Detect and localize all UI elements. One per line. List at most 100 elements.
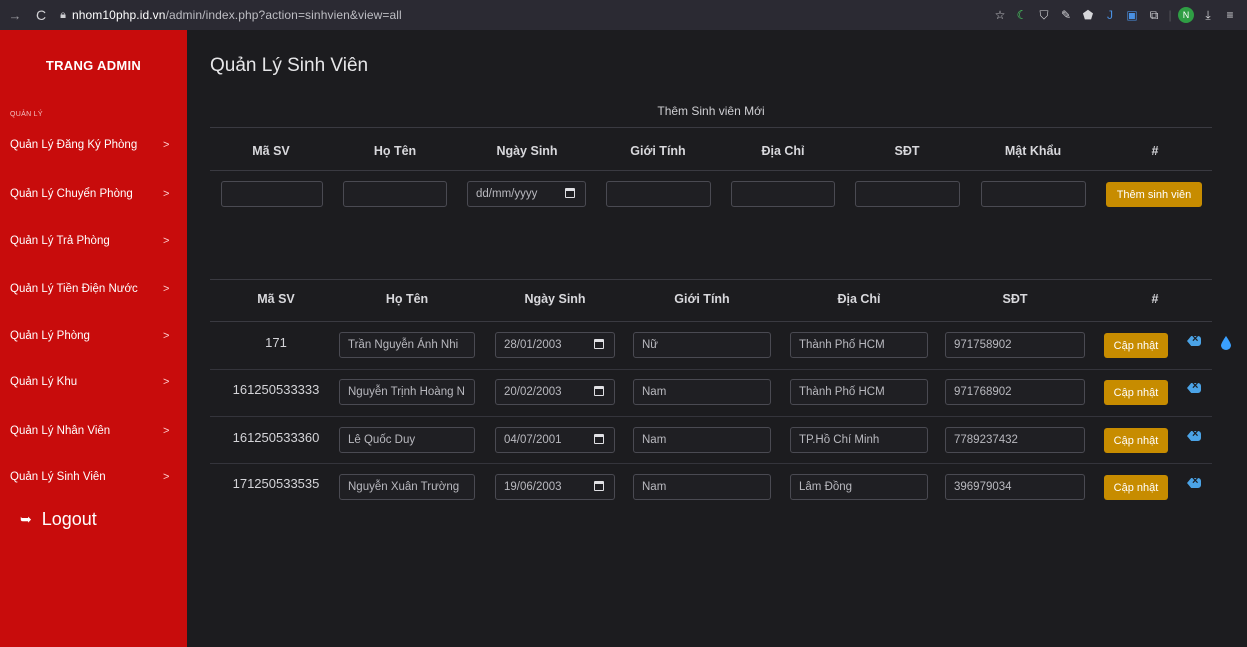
new-mat-khau-input[interactable]	[981, 181, 1086, 207]
sidebar-item-label: Quản Lý Trả Phòng	[10, 235, 110, 247]
col-header-actions: #	[1151, 144, 1159, 158]
reload-icon[interactable]: C	[36, 7, 46, 23]
page-title: Quản Lý Sinh Viên	[210, 55, 369, 76]
row-divider	[210, 463, 1212, 464]
student-gender-input[interactable]: Nam	[633, 427, 771, 453]
url-host: nhom10php.id.vn	[71, 8, 166, 22]
calendar-icon[interactable]	[594, 386, 604, 396]
menu-icon[interactable]: ≡	[1219, 0, 1241, 30]
update-button[interactable]: Cập nhật	[1104, 380, 1168, 405]
sidebar-item-dang-ky-phong[interactable]: Quản Lý Đăng Ký Phòng >	[0, 135, 187, 155]
student-dob-input[interactable]: 04/07/2001	[495, 427, 615, 453]
sidebar-item-nhan-vien[interactable]: Quản Lý Nhân Viên >	[0, 421, 187, 441]
profile-avatar[interactable]: N	[1175, 0, 1197, 30]
delete-icon[interactable]	[1187, 478, 1201, 488]
badge-icon[interactable]: ⬟	[1077, 0, 1099, 30]
col-header-ngay-sinh: Ngày Sinh	[496, 144, 558, 158]
delete-icon[interactable]	[1187, 336, 1201, 346]
chevron-right-icon: >	[163, 188, 170, 200]
sidebar-brand[interactable]: TRANG ADMIN	[0, 58, 187, 73]
logout-icon: ➥	[20, 511, 32, 527]
extension-j-icon[interactable]: J	[1099, 0, 1121, 30]
student-phone-input[interactable]: 7789237432	[945, 427, 1085, 453]
new-ngay-sinh-input[interactable]: dd/mm/yyyy	[467, 181, 586, 207]
dob-value: 04/07/2001	[504, 434, 562, 446]
sidebar-item-khu[interactable]: Quản Lý Khu >	[0, 372, 187, 392]
calendar-icon[interactable]	[594, 434, 604, 444]
col-header-sdt: SĐT	[894, 144, 920, 158]
sidebar-item-label: Quản Lý Nhân Viên	[10, 425, 111, 437]
delete-icon[interactable]	[1187, 383, 1201, 393]
divider	[210, 127, 1212, 128]
sidebar-item-phong[interactable]: Quản Lý Phòng >	[0, 326, 187, 346]
forward-icon[interactable]: →	[8, 8, 22, 23]
sidebar-item-chuyen-phong[interactable]: Quản Lý Chuyển Phòng >	[0, 184, 187, 204]
new-gioi-tinh-input[interactable]	[606, 181, 711, 207]
browser-toolbar: → C 🔒︎ nhom10php.id.vn/admin/index.php?a…	[0, 0, 1247, 30]
student-name-input[interactable]: Trần Nguyễn Ánh Nhi	[339, 332, 475, 358]
sidebar-item-tien-dien-nuoc[interactable]: Quản Lý Tiền Điện Nước >	[0, 279, 187, 299]
address-bar[interactable]: nhom10php.id.vn/admin/index.php?action=s…	[72, 8, 402, 22]
sidebar-item-label: Quản Lý Tiền Điện Nước	[10, 283, 138, 295]
chevron-right-icon: >	[163, 330, 170, 342]
calendar-icon[interactable]	[565, 188, 575, 198]
logout-link[interactable]: ➥ Logout	[20, 509, 97, 530]
student-phone-input[interactable]: 971768902	[945, 379, 1085, 405]
delete-icon[interactable]	[1187, 431, 1201, 441]
student-dob-input[interactable]: 19/06/2003	[495, 474, 615, 500]
row-divider	[210, 416, 1212, 417]
student-name-input[interactable]: Nguyễn Trịnh Hoàng N	[339, 379, 475, 405]
student-address-input[interactable]: Thành Phố HCM	[790, 332, 928, 358]
translate-icon[interactable]: ▣	[1121, 0, 1143, 30]
eyedropper-icon[interactable]: ✎	[1055, 0, 1077, 30]
date-placeholder: dd/mm/yyyy	[476, 188, 538, 200]
sidebar-item-label: Quản Lý Sinh Viên	[10, 471, 106, 483]
new-dia-chi-input[interactable]	[731, 181, 835, 207]
water-drop-icon[interactable]	[1221, 336, 1231, 350]
student-dob-input[interactable]: 20/02/2003	[495, 379, 615, 405]
col-header-sdt: SĐT	[1002, 292, 1028, 306]
extensions-icon[interactable]: ⧉	[1143, 0, 1165, 30]
student-gender-input[interactable]: Nữ	[633, 332, 771, 358]
student-name-input[interactable]: Lê Quốc Duy	[339, 427, 475, 453]
update-button[interactable]: Cập nhật	[1104, 428, 1168, 453]
moon-icon[interactable]: ☾	[1011, 0, 1033, 30]
student-dob-input[interactable]: 28/01/2003	[495, 332, 615, 358]
update-button[interactable]: Cập nhật	[1104, 475, 1168, 500]
lock-icon: 🔒︎	[60, 8, 66, 21]
student-address-input[interactable]: Thành Phố HCM	[790, 379, 928, 405]
col-header-ho-ten: Họ Tên	[385, 292, 429, 306]
update-button[interactable]: Cập nhật	[1104, 333, 1168, 358]
student-phone-input[interactable]: 396979034	[945, 474, 1085, 500]
student-name-input[interactable]: Nguyễn Xuân Trường	[339, 474, 475, 500]
student-id: 171250533535	[232, 476, 320, 491]
chevron-right-icon: >	[163, 139, 170, 151]
student-id: 171	[265, 335, 287, 350]
url-path: /admin/index.php?action=sinhvien&view=al…	[165, 8, 402, 22]
main-content: Quản Lý Sinh Viên Thêm Sinh viên Mới Mã …	[187, 30, 1247, 647]
sidebar-item-tra-phong[interactable]: Quản Lý Trả Phòng >	[0, 231, 187, 251]
col-header-ho-ten: Họ Tên	[373, 144, 417, 158]
student-gender-input[interactable]: Nam	[633, 379, 771, 405]
dob-value: 19/06/2003	[504, 481, 562, 493]
calendar-icon[interactable]	[594, 339, 604, 349]
student-gender-input[interactable]: Nam	[633, 474, 771, 500]
student-phone-input[interactable]: 971758902	[945, 332, 1085, 358]
new-ma-sv-input[interactable]	[221, 181, 323, 207]
new-sdt-input[interactable]	[855, 181, 960, 207]
chevron-right-icon: >	[163, 376, 170, 388]
shield-icon[interactable]: ⛉	[1033, 0, 1055, 30]
student-address-input[interactable]: TP.Hồ Chí Minh	[790, 427, 928, 453]
chevron-right-icon: >	[163, 471, 170, 483]
star-icon[interactable]: ☆	[989, 0, 1011, 30]
col-header-mat-khau: Mật Khẩu	[1004, 144, 1062, 158]
col-header-dia-chi: Địa Chỉ	[837, 292, 881, 306]
calendar-icon[interactable]	[594, 481, 604, 491]
download-icon[interactable]: ⤓	[1197, 0, 1219, 30]
student-id: 161250533333	[232, 382, 320, 397]
student-address-input[interactable]: Lâm Đồng	[790, 474, 928, 500]
add-form-caption: Thêm Sinh viên Mới	[657, 104, 765, 118]
add-student-button[interactable]: Thêm sinh viên	[1106, 182, 1202, 207]
sidebar-item-sinh-vien[interactable]: Quản Lý Sinh Viên >	[0, 467, 187, 487]
new-ho-ten-input[interactable]	[343, 181, 447, 207]
